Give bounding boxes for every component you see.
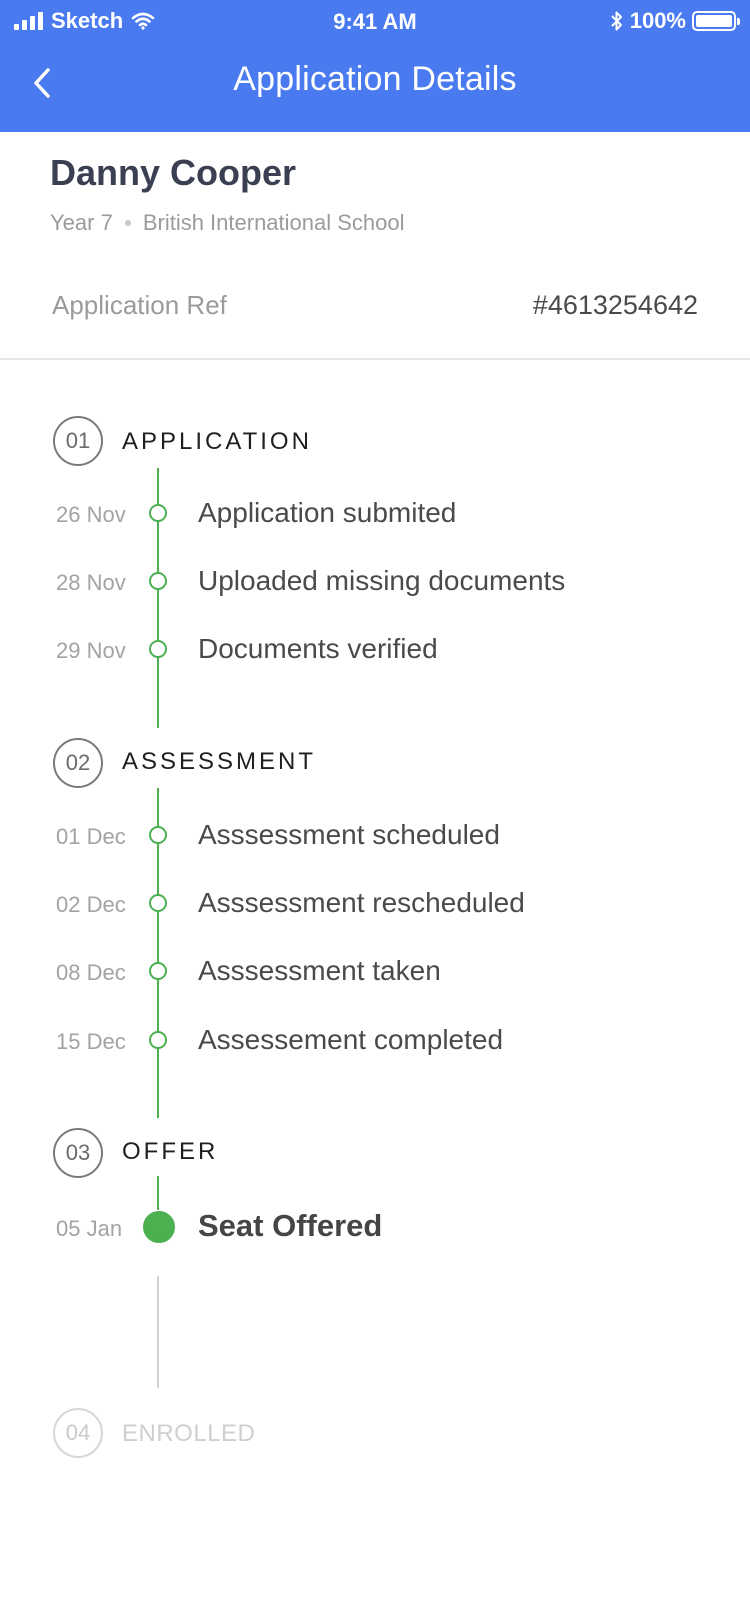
- page-title: Application Details: [233, 60, 517, 98]
- event-label: Documents verified: [198, 633, 438, 664]
- event-date: 26 Nov: [56, 502, 126, 527]
- battery-icon: [692, 11, 740, 31]
- stage-number-circle: 02: [53, 738, 103, 788]
- status-right: 100%: [610, 8, 740, 34]
- stage-title-assessment: ASSESSMENT: [122, 748, 317, 775]
- application-ref-value: #4613254642: [532, 290, 698, 320]
- timeline-node-current: [143, 1211, 175, 1243]
- stage-number-circle: 04: [53, 1408, 103, 1458]
- event-label: Uploaded missing documents: [198, 565, 566, 596]
- event-date: 05 Jan: [56, 1216, 123, 1241]
- event-label: Asssessment scheduled: [198, 819, 500, 850]
- event-date: 08 Dec: [56, 960, 126, 985]
- event-date: 29 Nov: [56, 638, 126, 663]
- event-date: 15 Dec: [56, 1029, 126, 1054]
- stage-number-circle: 01: [53, 416, 103, 466]
- timeline-node: [149, 640, 167, 658]
- application-ref-row: Application Ref #4613254642: [52, 290, 698, 330]
- application-ref-label: Application Ref: [52, 290, 227, 320]
- event-label: Asssessment rescheduled: [198, 887, 525, 918]
- timeline-node: [149, 572, 167, 590]
- section-divider: [0, 358, 750, 360]
- timeline-line-pending: [157, 1276, 159, 1388]
- battery-percent: 100%: [629, 8, 686, 33]
- event-label: Assessement completed: [198, 1024, 504, 1055]
- student-meta: Year 7 British International School: [50, 210, 405, 236]
- stage-title-offer: OFFER: [122, 1138, 219, 1165]
- event-date: 28 Nov: [56, 570, 126, 595]
- app-header: Sketch 9:41 AM 100% Application Details: [0, 0, 750, 132]
- event-label-current: Seat Offered: [198, 1208, 383, 1243]
- student-year: Year 7: [50, 210, 113, 235]
- dot-separator: [124, 220, 131, 226]
- stage-title-enrolled: ENROLLED: [122, 1420, 256, 1447]
- timeline-node: [149, 504, 167, 522]
- timeline-node: [149, 826, 167, 844]
- event-label: Application submited: [198, 497, 457, 528]
- timeline-node: [149, 894, 167, 912]
- bluetooth-icon: [611, 11, 622, 31]
- event-date: 02 Dec: [56, 892, 126, 917]
- timeline-node: [149, 1031, 167, 1049]
- student-name: Danny Cooper: [50, 152, 297, 193]
- student-school: British International School: [142, 210, 405, 235]
- stage-title-application: APPLICATION: [122, 428, 312, 455]
- status-bar: Sketch 9:41 AM 100%: [0, 0, 750, 42]
- event-date: 01 Dec: [56, 824, 126, 849]
- timeline-node: [149, 962, 167, 980]
- timeline-line-offer: [157, 1176, 159, 1210]
- event-label: Asssessment taken: [198, 955, 441, 986]
- stage-number-circle: 03: [53, 1128, 103, 1178]
